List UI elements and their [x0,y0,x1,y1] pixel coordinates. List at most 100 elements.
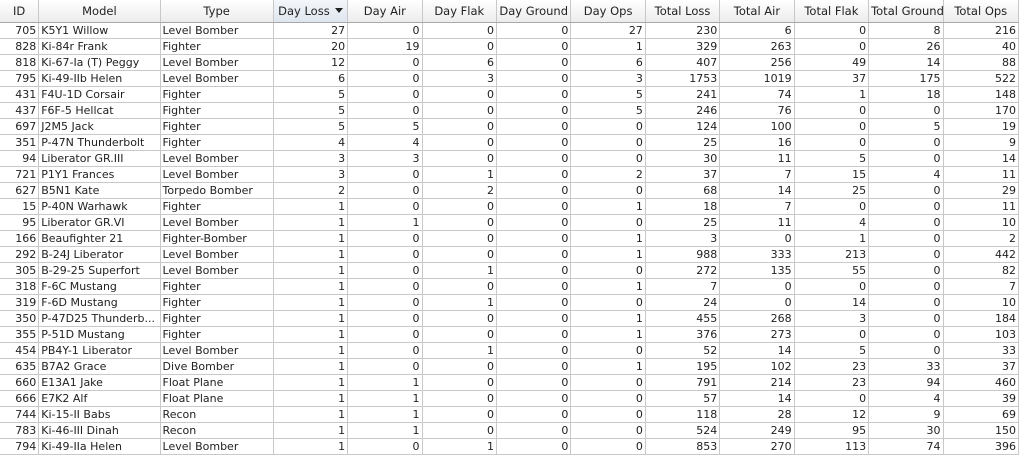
cell-day-flak[interactable]: 0 [422,198,497,215]
cell-day-ops[interactable]: 2 [570,166,646,183]
cell-id[interactable]: 437 [0,102,40,119]
cell-day-flak[interactable]: 0 [422,422,497,439]
cell-total-air[interactable]: 14 [719,390,795,407]
cell-day-air[interactable]: 0 [347,230,423,247]
table-row[interactable]: 305 B-29-25 Superfort Level Bomber 1 0 1 0 0 272… [0,262,1019,279]
table-row[interactable]: 319 F-6D Mustang Fighter 1 0 1 0 0 24 0 14 0 10 [0,294,1019,311]
cell-total-ops[interactable]: 10 [943,214,1019,231]
cell-type[interactable]: Fighter [160,198,274,215]
cell-day-air[interactable]: 0 [347,54,423,71]
cell-day-air[interactable]: 3 [347,150,423,167]
cell-day-flak[interactable]: 0 [422,214,497,231]
cell-day-air[interactable]: 1 [347,422,423,439]
table-row[interactable]: 635 B7A2 Grace Dive Bomber 1 0 0 0 1 195 102 23 33 3… [0,358,1019,375]
cell-day-flak[interactable]: 2 [422,182,497,199]
cell-total-air[interactable]: 14 [719,182,795,199]
cell-day-flak[interactable]: 1 [422,166,497,183]
cell-total-ground[interactable]: 9 [868,406,944,423]
column-header-day-loss[interactable]: Day Loss [273,0,349,23]
cell-total-air[interactable]: 256 [719,54,795,71]
cell-model[interactable]: Ki-67-Ia (T) Peggy [38,54,161,71]
cell-total-ground[interactable]: 0 [868,310,944,327]
cell-total-air[interactable]: 333 [719,246,795,263]
cell-id[interactable]: 15 [0,198,40,215]
cell-day-ops[interactable]: 1 [570,230,646,247]
cell-day-flak[interactable]: 1 [422,294,497,311]
cell-total-ground[interactable]: 0 [868,150,944,167]
cell-day-ground[interactable]: 0 [496,38,572,55]
cell-total-ops[interactable]: 103 [943,326,1019,343]
cell-id[interactable]: 705 [0,22,40,39]
cell-total-loss[interactable]: 376 [645,326,721,343]
cell-day-flak[interactable]: 3 [422,70,497,87]
cell-day-loss[interactable]: 1 [273,342,349,359]
cell-day-air[interactable]: 0 [347,262,423,279]
cell-day-flak[interactable]: 0 [422,406,497,423]
table-row[interactable]: 705 K5Y1 Willow Level Bomber 27 0 0 0 27 230 6 0 8 2… [0,22,1019,39]
cell-total-loss[interactable]: 24 [645,294,721,311]
cell-total-ops[interactable]: 170 [943,102,1019,119]
cell-day-flak[interactable]: 1 [422,342,497,359]
cell-type[interactable]: Fighter [160,86,274,103]
cell-total-flak[interactable]: 213 [794,246,870,263]
cell-type[interactable]: Level Bomber [160,150,274,167]
cell-total-ground[interactable]: 8 [868,22,944,39]
cell-total-air[interactable]: 7 [719,166,795,183]
cell-total-ops[interactable]: 2 [943,230,1019,247]
cell-type[interactable]: Fighter [160,134,274,151]
cell-day-ops[interactable]: 1 [570,246,646,263]
cell-model[interactable]: B-24J Liberator [38,246,161,263]
cell-day-loss[interactable]: 1 [273,198,349,215]
cell-day-flak[interactable]: 6 [422,54,497,71]
cell-day-ops[interactable]: 1 [570,358,646,375]
cell-day-loss[interactable]: 1 [273,390,349,407]
cell-day-loss[interactable]: 12 [273,54,349,71]
cell-id[interactable]: 635 [0,358,40,375]
table-row[interactable]: 318 F-6C Mustang Fighter 1 0 0 0 1 7 0 0 0 7 [0,278,1019,295]
cell-day-ground[interactable]: 0 [496,438,572,455]
cell-day-ops[interactable]: 0 [570,150,646,167]
cell-total-ops[interactable]: 150 [943,422,1019,439]
cell-total-flak[interactable]: 15 [794,166,870,183]
cell-total-loss[interactable]: 68 [645,182,721,199]
cell-day-air[interactable]: 0 [347,70,423,87]
cell-day-ground[interactable]: 0 [496,278,572,295]
cell-total-ground[interactable]: 4 [868,390,944,407]
cell-type[interactable]: Recon [160,422,274,439]
cell-day-ops[interactable]: 0 [570,182,646,199]
cell-day-air[interactable]: 0 [347,102,423,119]
cell-day-air[interactable]: 0 [347,182,423,199]
cell-type[interactable]: Fighter [160,278,274,295]
cell-day-air[interactable]: 4 [347,134,423,151]
cell-day-ground[interactable]: 0 [496,374,572,391]
cell-total-air[interactable]: 11 [719,214,795,231]
column-header-day-ops[interactable]: Day Ops [570,0,646,23]
cell-model[interactable]: Ki-46-III Dinah [38,422,161,439]
cell-model[interactable]: Beaufighter 21 [38,230,161,247]
cell-model[interactable]: K5Y1 Willow [38,22,161,39]
cell-day-ground[interactable]: 0 [496,390,572,407]
cell-day-air[interactable]: 0 [347,166,423,183]
cell-total-flak[interactable]: 0 [794,38,870,55]
cell-day-flak[interactable]: 0 [422,374,497,391]
column-header-day-ground[interactable]: Day Ground [496,0,572,23]
cell-day-ops[interactable]: 1 [570,278,646,295]
cell-day-loss[interactable]: 1 [273,294,349,311]
cell-total-ground[interactable]: 0 [868,278,944,295]
cell-total-air[interactable]: 135 [719,262,795,279]
cell-total-flak[interactable]: 0 [794,198,870,215]
cell-day-air[interactable]: 0 [347,326,423,343]
cell-type[interactable]: Float Plane [160,374,274,391]
cell-day-loss[interactable]: 27 [273,22,349,39]
cell-day-loss[interactable]: 1 [273,406,349,423]
cell-day-ops[interactable]: 0 [570,214,646,231]
cell-type[interactable]: Dive Bomber [160,358,274,375]
cell-id[interactable]: 666 [0,390,40,407]
cell-total-flak[interactable]: 1 [794,230,870,247]
cell-day-ops[interactable]: 1 [570,326,646,343]
cell-id[interactable]: 783 [0,422,40,439]
cell-day-flak[interactable]: 0 [422,358,497,375]
table-row[interactable]: 437 F6F-5 Hellcat Fighter 5 0 0 0 5 246 76 0 0 170 [0,102,1019,119]
cell-total-ground[interactable]: 4 [868,166,944,183]
cell-total-flak[interactable]: 23 [794,358,870,375]
